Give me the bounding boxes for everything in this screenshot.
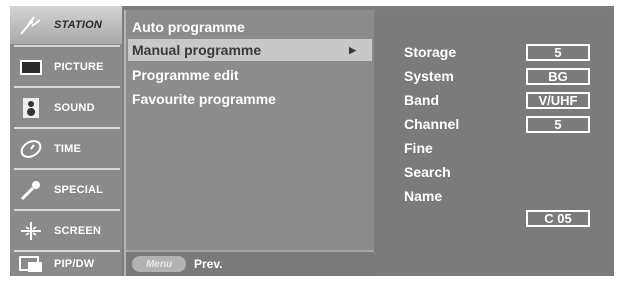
sidebar-item-pip-dw[interactable]: PIP/DW — [10, 252, 122, 276]
sidebar-divider — [14, 127, 120, 129]
sidebar-item-time[interactable]: TIME — [10, 130, 122, 168]
row-label-channel: Channel — [404, 116, 460, 132]
menu-item-programme-edit[interactable]: Programme edit — [132, 64, 239, 86]
chevron-right-icon: ▶ — [349, 44, 356, 55]
sidebar-item-label: PIP/DW — [54, 258, 95, 270]
antenna-icon — [16, 14, 46, 36]
menu-item-manual-programme[interactable]: Manual programme ▶ — [128, 39, 372, 61]
menu-item-label: Favourite programme — [132, 91, 276, 107]
sidebar-divider — [14, 45, 120, 47]
sidebar-item-label: SPECIAL — [54, 184, 104, 196]
tv-osd-screen: STATION PICTURE SOUND TIME SPECIAL SCREE… — [10, 6, 614, 276]
sidebar-item-screen[interactable]: SCREEN — [10, 212, 122, 250]
menu-item-favourite-programme[interactable]: Favourite programme — [132, 88, 276, 110]
pip-icon — [16, 253, 46, 275]
row-label-search[interactable]: Search — [404, 162, 451, 182]
sidebar-item-label: TIME — [54, 143, 82, 155]
category-sidebar: STATION PICTURE SOUND TIME SPECIAL SCREE… — [10, 6, 122, 276]
row-label-name: Name — [404, 188, 443, 204]
band-value[interactable]: V/UHF — [526, 92, 590, 109]
sidebar-item-label: STATION — [54, 19, 103, 31]
menu-footer: Menu Prev. — [126, 250, 374, 276]
row-label-band: Band — [404, 92, 439, 108]
menu-item-label: Programme edit — [132, 67, 239, 83]
key-icon — [16, 179, 46, 201]
row-label-fine[interactable]: Fine — [404, 138, 433, 158]
speaker-icon — [16, 97, 46, 119]
monitor-icon — [16, 56, 46, 78]
prev-hint: Prev. — [194, 257, 223, 271]
sidebar-item-special[interactable]: SPECIAL — [10, 171, 122, 209]
sidebar-item-sound[interactable]: SOUND — [10, 89, 122, 127]
name-value[interactable]: C 05 — [526, 210, 590, 227]
system-value[interactable]: BG — [526, 68, 590, 85]
sidebar-item-label: PICTURE — [54, 61, 104, 73]
clock-icon — [16, 138, 46, 160]
sidebar-item-label: SOUND — [54, 102, 95, 114]
channel-value[interactable]: 5 — [526, 116, 590, 133]
sidebar-item-station[interactable]: STATION — [10, 6, 122, 44]
crosshair-icon — [16, 220, 46, 242]
sidebar-item-label: SCREEN — [54, 225, 102, 237]
submenu-panel: Auto programme Manual programme ▶ Progra… — [124, 10, 374, 276]
row-label-storage: Storage — [404, 44, 457, 60]
sidebar-divider — [14, 209, 120, 211]
menu-item-label: Auto programme — [132, 19, 245, 35]
sidebar-divider — [14, 86, 120, 88]
sidebar-item-picture[interactable]: PICTURE — [10, 48, 122, 86]
menu-item-auto-programme[interactable]: Auto programme — [132, 16, 245, 38]
storage-value[interactable]: 5 — [526, 44, 590, 61]
sidebar-divider — [14, 168, 120, 170]
row-label-system: System — [404, 68, 454, 84]
menu-button-hint[interactable]: Menu — [132, 256, 186, 272]
menu-item-label: Manual programme — [132, 42, 262, 58]
